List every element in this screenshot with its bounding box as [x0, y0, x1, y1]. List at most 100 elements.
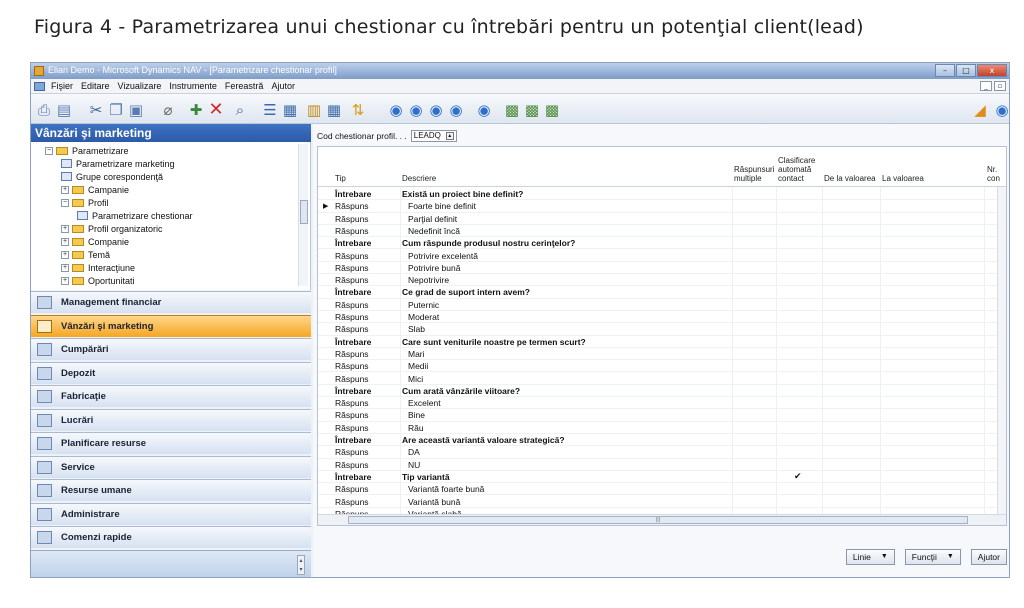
cell-tip[interactable]: Răspuns	[335, 423, 369, 433]
cut-icon[interactable]: ✂	[87, 101, 105, 119]
expand-icon[interactable]: +	[61, 185, 69, 194]
tree-item[interactable]: + Interacţiune	[61, 261, 135, 274]
table-row[interactable]: Răspuns Bine	[318, 409, 1006, 422]
table-row[interactable]: Întrebare Are această variantă valoare st…	[318, 434, 1006, 447]
column-header-de-la-valoarea[interactable]: De la valoarea	[824, 174, 876, 183]
column-header-la-valoarea[interactable]: La valoarea	[882, 174, 924, 183]
list-icon[interactable]: ☰	[261, 101, 279, 119]
tree-item[interactable]: + Profil organizatoric	[61, 222, 163, 235]
cell-descriere[interactable]: Rău	[408, 423, 424, 433]
cell-tip[interactable]: Întrebare	[335, 337, 371, 347]
expand-icon[interactable]: +	[61, 237, 69, 246]
cell-tip[interactable]: Întrebare	[335, 189, 371, 199]
sort-icon[interactable]: ⇅	[349, 101, 367, 119]
cell-descriere[interactable]: Nedefinit încă	[408, 226, 460, 236]
cell-descriere[interactable]: Medii	[408, 361, 428, 371]
menu-item[interactable]: Editare	[81, 81, 110, 91]
print-icon[interactable]: ⎙	[35, 101, 53, 119]
cell-descriere[interactable]: Nepotrivire	[408, 275, 449, 285]
nav-button[interactable]: Management financiar	[31, 291, 311, 313]
table-row[interactable]: Răspuns Mari	[318, 348, 1006, 361]
expand-icon[interactable]: +	[61, 276, 69, 285]
cell-descriere[interactable]: Bine	[408, 410, 425, 420]
cell-descriere[interactable]: Variantă foarte bună	[408, 484, 484, 494]
nav-button[interactable]: Vânzări şi marketing	[31, 314, 311, 337]
cell-descriere[interactable]: Mari	[408, 349, 425, 359]
cell-descriere[interactable]: Slab	[408, 324, 425, 334]
cell-descriere[interactable]: Care sunt veniturile noastre pe termen s…	[402, 337, 586, 347]
lookup-arrow-icon[interactable]: ▲	[445, 132, 454, 140]
cell-descriere[interactable]: Are această variantă valoare strategică?	[402, 435, 565, 445]
cell-descriere[interactable]: Cum răspunde produsul nostru cerinţelor?	[402, 238, 575, 248]
nav-button[interactable]: Depozit	[31, 361, 311, 384]
cell-tip[interactable]: Răspuns	[335, 312, 369, 322]
table-row[interactable]: Întrebare Cum arată vânzările viitoare?	[318, 385, 1006, 398]
table-row[interactable]: Răspuns Parţial definit	[318, 213, 1006, 225]
last-icon[interactable]: ◉	[447, 101, 465, 119]
menu-item[interactable]: Fişier	[51, 81, 73, 91]
table-row[interactable]: Întrebare Tip variantă ✔	[318, 471, 1006, 484]
cell-tip[interactable]: Răspuns	[335, 484, 369, 494]
cell-descriere[interactable]: Potrivire excelentă	[408, 251, 478, 261]
tree-item[interactable]: + Companie	[61, 235, 129, 248]
help-icon[interactable]: ▩	[543, 101, 561, 119]
cell-tip[interactable]: Răspuns	[335, 324, 369, 334]
cell-tip[interactable]: Răspuns	[335, 226, 369, 236]
cell-tip[interactable]: Răspuns	[335, 497, 369, 507]
cell-tip[interactable]: Întrebare	[335, 287, 371, 297]
cell-tip[interactable]: Răspuns	[335, 447, 369, 457]
cell-descriere[interactable]: DA	[408, 447, 420, 457]
refresh-icon[interactable]: ◉	[475, 101, 493, 119]
cell-descriere[interactable]: Foarte bine definit	[408, 201, 476, 211]
collapse-icon[interactable]: −	[61, 198, 69, 207]
cell-tip[interactable]: Răspuns	[335, 349, 369, 359]
grid-horizontal-scrollbar[interactable]: |||	[318, 514, 1006, 525]
cell-tip[interactable]: Răspuns	[335, 201, 369, 211]
paste-icon[interactable]: ▣	[127, 101, 145, 119]
tree-item[interactable]: + Temă	[61, 248, 110, 261]
expand-icon[interactable]: +	[61, 263, 69, 272]
cell-tip[interactable]: Răspuns	[335, 263, 369, 273]
next-icon[interactable]: ◉	[427, 101, 445, 119]
nav-button[interactable]: Comenzi rapide	[31, 526, 311, 548]
column-header-nr[interactable]: Nr. con	[987, 165, 1005, 183]
table-row[interactable]: Răspuns Puternic	[318, 299, 1006, 311]
cell-descriere[interactable]: Mici	[408, 374, 423, 384]
table-row[interactable]: Răspuns Nepotrivire	[318, 274, 1006, 287]
cell-tip[interactable]: Întrebare	[335, 435, 371, 445]
card-icon[interactable]: ▦	[281, 101, 299, 119]
table-row[interactable]: Răspuns Potrivire excelentă	[318, 250, 1006, 262]
table-row[interactable]: Răspuns Nedefinit încă	[318, 225, 1006, 238]
nav-button[interactable]: Resurse umane	[31, 479, 311, 501]
table-row[interactable]: ▶ Răspuns Foarte bine definit	[318, 200, 1006, 213]
find-icon[interactable]: ⌕	[231, 101, 249, 119]
table-icon[interactable]: ▦	[325, 101, 343, 119]
cell-descriere[interactable]: Excelent	[408, 398, 441, 408]
cell-descriere[interactable]: Parţial definit	[408, 214, 457, 224]
cell-descriere[interactable]: Moderat	[408, 312, 439, 322]
cell-tip[interactable]: Răspuns	[335, 460, 369, 470]
tree-item[interactable]: Parametrizare chestionar	[77, 209, 193, 222]
attach-icon[interactable]: ⌀	[159, 101, 177, 119]
cell-tip[interactable]: Răspuns	[335, 300, 369, 310]
table-row[interactable]: Răspuns Medii	[318, 360, 1006, 373]
design-icon[interactable]: ▩	[523, 101, 541, 119]
column-header-tip[interactable]: Tip	[335, 174, 346, 183]
cell-descriere[interactable]: Există un proiect bine definit?	[402, 189, 523, 199]
cell-descriere[interactable]: Variantă bună	[408, 497, 460, 507]
table-row[interactable]: Răspuns NU	[318, 459, 1006, 471]
nav-button[interactable]: Service	[31, 455, 311, 478]
cell-descriere[interactable]: Tip variantă	[402, 472, 450, 482]
collapse-icon[interactable]: −	[45, 146, 53, 155]
menu-item[interactable]: Ajutor	[271, 81, 295, 91]
cell-tip[interactable]: Răspuns	[335, 214, 369, 224]
table-row[interactable]: Întrebare Care sunt veniturile noastre pe…	[318, 336, 1006, 348]
cell-tip[interactable]: Întrebare	[335, 472, 371, 482]
tree-scroll-thumb[interactable]	[300, 200, 308, 224]
questionnaire-code-field[interactable]: LEADQ ▲	[410, 130, 457, 142]
grid-horizontal-scroll-thumb[interactable]: |||	[348, 516, 968, 524]
cell-descriere[interactable]: Ce grad de suport intern avem?	[402, 287, 530, 297]
tree-item[interactable]: + Oportunitati	[61, 274, 135, 287]
new-icon[interactable]: ✚	[187, 101, 205, 119]
info-icon[interactable]: ◉	[993, 101, 1009, 119]
